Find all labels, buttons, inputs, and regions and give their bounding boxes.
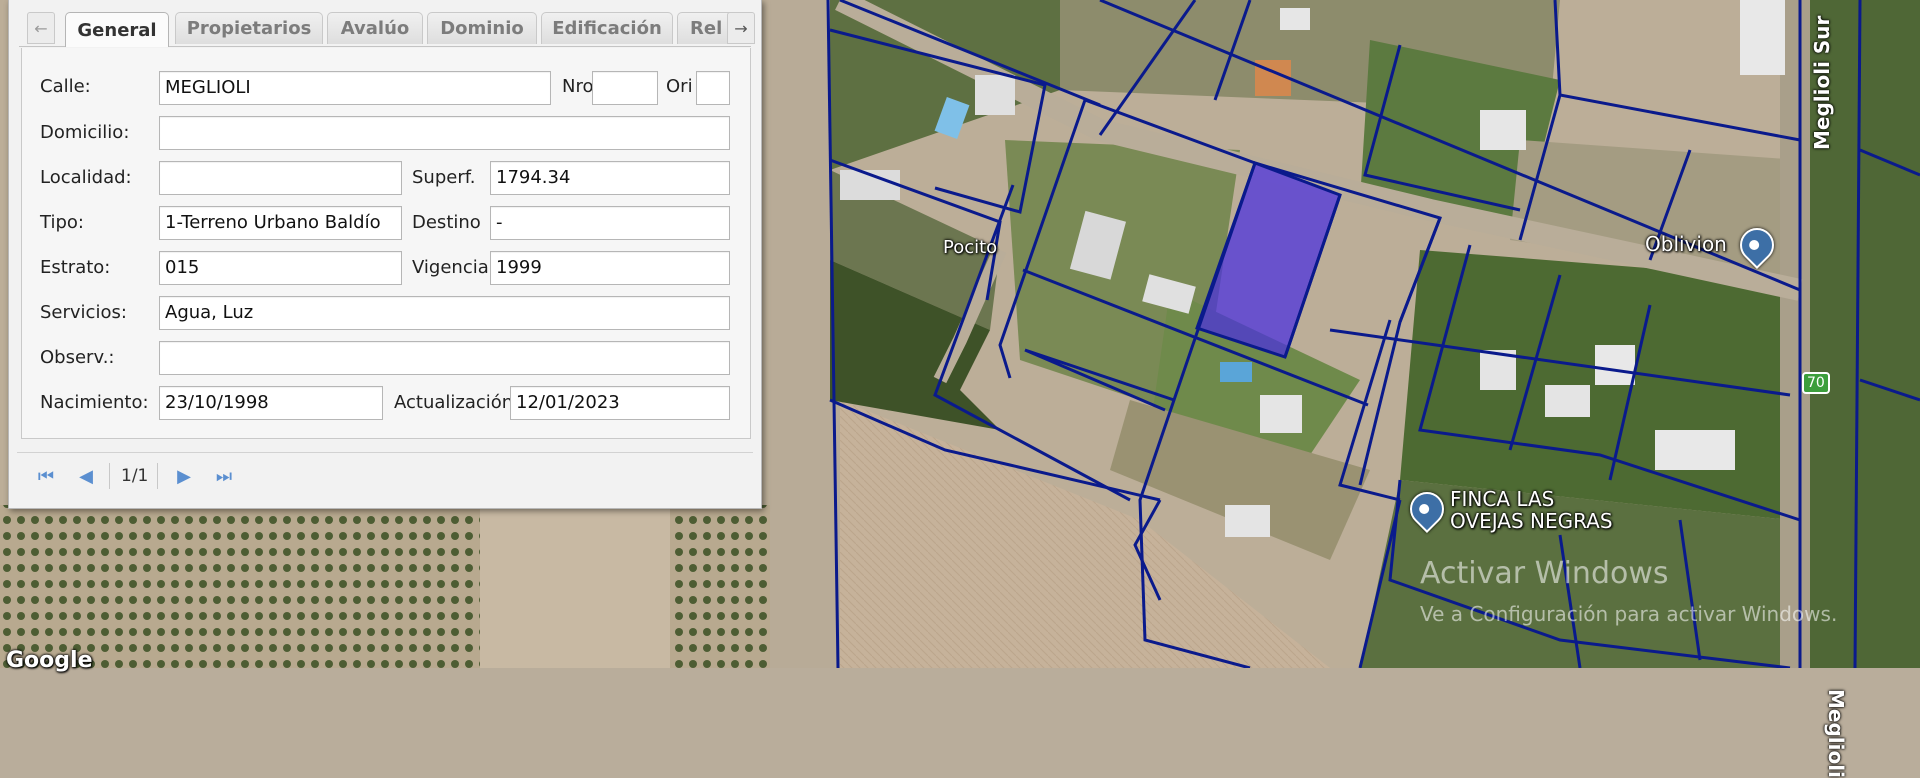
tab-propietarios[interactable]: Propietarios (175, 12, 323, 44)
place-label-pocito: Pocito (943, 237, 998, 258)
tab-scroll-right-icon[interactable]: → (727, 12, 755, 44)
nacimiento-label: Nacimiento: (40, 392, 149, 413)
tab-general[interactable]: General (65, 12, 169, 47)
google-logo: Google (6, 648, 93, 673)
tab-avaluo[interactable]: Avalúo (327, 12, 423, 44)
next-page-icon[interactable]: ▶ (171, 463, 197, 489)
nacimiento-field[interactable]: 23/10/1998 (159, 386, 383, 420)
superf-field[interactable]: 1794.34 (490, 161, 730, 195)
observ-field[interactable] (159, 341, 730, 375)
page-indicator: 1/1 (121, 466, 149, 486)
localidad-field[interactable] (159, 161, 402, 195)
destino-label: Destino (412, 212, 481, 233)
tab-scroll-left-icon[interactable]: ← (27, 12, 55, 44)
orchard-area (0, 505, 830, 668)
prev-page-icon[interactable]: ◀ (73, 463, 99, 489)
last-page-icon[interactable]: ⏭ (211, 463, 237, 489)
calle-label: Calle: (40, 76, 91, 97)
observ-label: Observ.: (40, 347, 115, 368)
general-form: Calle: MEGLIOLI Nro Ori Domicilio: Local… (21, 48, 751, 439)
road-label-meglioli-sur: Meglioli Sur (1810, 15, 1834, 150)
record-pager: ⏮ ◀ 1/1 ▶ ⏭ (17, 452, 753, 499)
nro-label: Nro (562, 76, 594, 97)
windows-watermark-title: Activar Windows (1420, 556, 1669, 591)
road-label-meglioli: Meglioli (1824, 689, 1848, 778)
servicios-field[interactable]: Agua, Luz (159, 296, 730, 330)
tab-edificacion[interactable]: Edificación (541, 12, 673, 44)
tipo-label: Tipo: (40, 212, 84, 233)
pager-divider (157, 463, 158, 489)
estrato-field[interactable]: 015 (159, 251, 402, 285)
tab-dominio[interactable]: Dominio (427, 12, 537, 44)
tab-bar: ← General Propietarios Avalúo Dominio Ed… (19, 10, 755, 47)
parcel-info-panel: ← General Propietarios Avalúo Dominio Ed… (8, 0, 762, 509)
first-page-icon[interactable]: ⏮ (33, 463, 59, 489)
ori-label: Ori (666, 76, 693, 97)
domicilio-label: Domicilio: (40, 122, 130, 143)
vigencia-label: Vigencia (412, 257, 489, 278)
calle-field[interactable]: MEGLIOLI (159, 71, 551, 105)
actualizacion-field[interactable]: 12/01/2023 (510, 386, 730, 420)
localidad-label: Localidad: (40, 167, 132, 188)
place-label-finca[interactable]: FINCA LAS OVEJAS NEGRAS (1450, 488, 1613, 532)
actualizacion-label: Actualización (394, 392, 514, 413)
route-shield: 70 (1802, 372, 1830, 394)
superf-label: Superf. (412, 167, 476, 188)
ori-field[interactable] (696, 71, 730, 105)
vigencia-field[interactable]: 1999 (490, 251, 730, 285)
place-label-oblivion[interactable]: Oblivion (1645, 232, 1727, 256)
windows-watermark-subtitle: Ve a Configuración para activar Windows. (1420, 602, 1838, 626)
tipo-field[interactable]: 1-Terreno Urbano Baldío (159, 206, 402, 240)
destino-field[interactable]: - (490, 206, 730, 240)
domicilio-field[interactable] (159, 116, 730, 150)
pager-divider (109, 463, 110, 489)
servicios-label: Servicios: (40, 302, 127, 323)
estrato-label: Estrato: (40, 257, 111, 278)
nro-field[interactable] (592, 71, 658, 105)
